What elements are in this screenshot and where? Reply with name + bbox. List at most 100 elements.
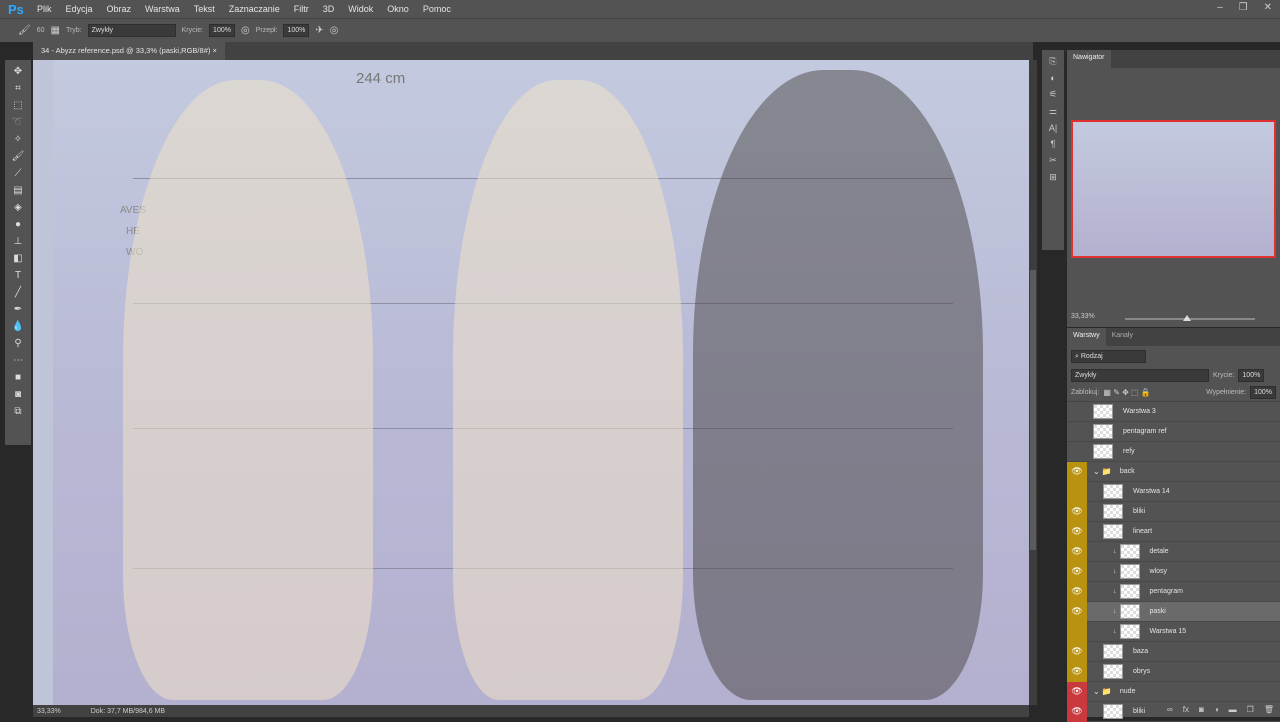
smudge-tool-icon[interactable]: 💧	[12, 319, 24, 334]
quick-mask-icon[interactable]: ◙	[15, 387, 21, 402]
visibility-eye-icon[interactable]: 👁	[1067, 601, 1087, 622]
blur-tool-icon[interactable]: ●	[15, 217, 21, 232]
layer-filter-select[interactable]: ⌕ Rodzaj	[1071, 350, 1146, 363]
layer-row[interactable]: 👁 ⌄ 📁 back	[1067, 461, 1280, 482]
tools-preset-icon[interactable]: ✂	[1049, 155, 1057, 166]
menu-item[interactable]: Widok	[348, 4, 373, 14]
visibility-eye-icon[interactable]: 👁	[1067, 561, 1087, 582]
layer-row[interactable]: 👁 ↓ pentagram	[1067, 581, 1280, 602]
visibility-eye-icon[interactable]	[1067, 402, 1087, 422]
magic-wand-icon[interactable]: ✧	[14, 132, 22, 147]
minimize-icon[interactable]: –	[1217, 2, 1223, 13]
restore-icon[interactable]: ❐	[1239, 2, 1248, 13]
menu-item[interactable]: Obraz	[107, 4, 132, 14]
flow-field[interactable]: 100%	[283, 24, 310, 37]
marquee-tool-icon[interactable]: ⬚	[13, 98, 22, 113]
character-icon[interactable]: A|	[1049, 123, 1057, 133]
folder-icon[interactable]: ⌄ 📁	[1093, 687, 1112, 696]
adjust-icon[interactable]: ⚌	[1049, 106, 1057, 117]
menu-item[interactable]: Warstwa	[145, 4, 180, 14]
visibility-eye-icon[interactable]	[1067, 442, 1087, 462]
visibility-eye-icon[interactable]: 👁	[1067, 541, 1087, 562]
link-icon[interactable]: ∞	[1167, 705, 1173, 714]
visibility-eye-icon[interactable]	[1067, 422, 1087, 442]
type-tool-icon[interactable]: T	[15, 268, 21, 283]
visibility-eye-icon[interactable]: 👁	[1067, 521, 1087, 542]
menu-item[interactable]: 3D	[323, 4, 335, 14]
tab-channels[interactable]: Kanały	[1105, 328, 1139, 346]
brush-tool-icon[interactable]: 🖌	[18, 25, 31, 36]
properties-icon[interactable]: ⊞	[1049, 172, 1057, 183]
color-swatches[interactable]: ■	[15, 370, 21, 385]
visibility-eye-icon[interactable]: 👁	[1067, 661, 1087, 682]
crop-tool-icon[interactable]: ⌗	[15, 81, 21, 96]
layer-row[interactable]: 👁 ↓ paski	[1067, 601, 1280, 622]
canvas-vertical-scrollbar[interactable]	[1029, 60, 1037, 705]
visibility-eye-icon[interactable]: 👁	[1067, 641, 1087, 662]
menu-item[interactable]: Plik	[37, 4, 52, 14]
layer-row[interactable]: Warstwa 3	[1067, 402, 1280, 422]
canvas-area[interactable]: 244 cm AVES HE WO	[33, 60, 1029, 705]
visibility-eye-icon[interactable]: 👁	[1067, 461, 1087, 482]
layer-row[interactable]: 👁 ↓ detale	[1067, 541, 1280, 562]
visibility-eye-icon[interactable]: 👁	[1067, 501, 1087, 522]
close-tab-button[interactable]: ×	[212, 46, 216, 55]
layer-list[interactable]: Warstwa 3 pentagram ref refy 👁 ⌄ 📁 back Warstw…	[1067, 402, 1280, 722]
layer-row[interactable]: 👁 ⌄ 📁 nude	[1067, 681, 1280, 702]
eyedropper-icon[interactable]: ⟋	[15, 166, 22, 181]
menu-item[interactable]: Edycja	[66, 4, 93, 14]
gradient-tool-icon[interactable]: ▤	[13, 183, 22, 198]
visibility-eye-icon[interactable]	[1067, 481, 1087, 502]
close-icon[interactable]: ✕	[1264, 2, 1272, 13]
layer-row[interactable]: Warstwa 14	[1067, 481, 1280, 502]
lasso-tool-icon[interactable]: ➰	[12, 115, 24, 130]
folder-icon[interactable]: ⌄ 📁	[1093, 467, 1112, 476]
document-tab[interactable]: 34 - Abyzz reference.psd @ 33,3% (paski,…	[33, 42, 225, 60]
new-group-icon[interactable]: ▬	[1229, 705, 1237, 714]
visibility-eye-icon[interactable]: 👁	[1067, 681, 1087, 702]
layer-row[interactable]: 👁 lineart	[1067, 521, 1280, 542]
navigator-thumbnail[interactable]	[1071, 120, 1276, 258]
pressure-opacity-icon[interactable]: ◎	[241, 25, 250, 36]
more-tools-icon[interactable]: ⋯	[13, 353, 23, 368]
layer-row[interactable]: ↓ Warstwa 15	[1067, 621, 1280, 642]
eraser-icon[interactable]: ◧	[13, 251, 22, 266]
artwork-canvas[interactable]: 244 cm AVES HE WO	[53, 60, 1029, 705]
paint-bucket-icon[interactable]: ◈	[14, 200, 22, 215]
menu-item[interactable]: Zaznaczanie	[229, 4, 280, 14]
menu-item[interactable]: Okno	[387, 4, 409, 14]
pressure-size-icon[interactable]: ◎	[330, 25, 339, 36]
brush-presets-icon[interactable]: ⚟	[1049, 89, 1057, 100]
screen-mode-icon[interactable]: ⧉	[14, 404, 21, 419]
new-layer-icon[interactable]: ❐	[1247, 705, 1254, 714]
blend-mode-select[interactable]: Zwykły	[1071, 369, 1209, 382]
stamp-tool-icon[interactable]: ⊥	[14, 234, 23, 249]
menu-item[interactable]: Pomoc	[423, 4, 451, 14]
visibility-eye-icon[interactable]: 👁	[1067, 581, 1087, 602]
visibility-eye-icon[interactable]	[1067, 621, 1087, 642]
mask-icon[interactable]: ◙	[1199, 705, 1204, 714]
layer-row[interactable]: 👁 ↓ wlosy	[1067, 561, 1280, 582]
navigator-zoom[interactable]: 33,33%	[1071, 313, 1095, 320]
airbrush-icon[interactable]: ✈	[315, 25, 323, 36]
move-tool-icon[interactable]: ✥	[14, 64, 22, 79]
layer-row[interactable]: 👁 baza	[1067, 641, 1280, 662]
layer-row[interactable]: 👁 obrys	[1067, 661, 1280, 682]
brush-tool-icon[interactable]: 🖌	[12, 149, 25, 164]
opacity-field[interactable]: 100%	[209, 24, 235, 37]
navigator-tab[interactable]: Nawigator	[1067, 50, 1111, 68]
mode-select[interactable]: Zwykły	[87, 24, 176, 37]
brush-panel-icon[interactable]: ▦	[51, 25, 60, 36]
lock-icons[interactable]: ▦ ✎ ✥ ⬚ 🔒	[1103, 388, 1150, 397]
paragraph-icon[interactable]: ¶	[1051, 139, 1056, 149]
fx-icon[interactable]: fx	[1183, 705, 1189, 714]
menu-item[interactable]: Tekst	[194, 4, 215, 14]
layer-row[interactable]: 👁 bliki	[1067, 501, 1280, 522]
dodge-tool-icon[interactable]: ⚲	[14, 336, 21, 351]
menu-item[interactable]: Filtr	[294, 4, 309, 14]
brush-size[interactable]: 60	[37, 27, 45, 34]
tab-layers[interactable]: Warstwy	[1067, 328, 1106, 346]
layer-row[interactable]: pentagram ref	[1067, 422, 1280, 442]
layer-row[interactable]: refy	[1067, 442, 1280, 462]
adjustment-icon[interactable]: ◑	[1214, 705, 1219, 714]
